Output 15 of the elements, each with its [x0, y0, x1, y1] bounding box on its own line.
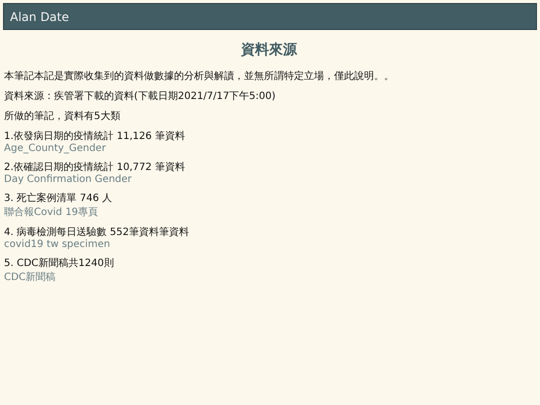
page-title: 資料來源: [240, 41, 298, 59]
dataset-subtitle: Day Confirmation Gender: [4, 174, 133, 185]
dataset-subtitle: covid19 tw specimen: [4, 239, 112, 250]
dataset-title: 5. CDC新聞稿共1240則: [4, 256, 115, 270]
paragraph: 資料來源：疾管署下載的資料(下載日期2021/7/17下午5:00): [4, 90, 277, 103]
site-title[interactable]: Alan Date: [10, 10, 69, 24]
dataset-title: 1.依發病日期的疫情統計 11,126 筆資料: [4, 130, 186, 143]
paragraph: 本筆記本記是實際收集到的資料做數據的分析與解讀，並無所謂特定立場，僅此說明。。: [4, 70, 395, 83]
dataset-subtitle: Age_County_Gender: [4, 143, 107, 154]
dataset-subtitle: 聯合報Covid 19專頁: [4, 206, 100, 219]
dataset-title: 2.依確認日期的疫情統計 10,772 筆資料: [4, 160, 186, 174]
dataset-title: 3. 死亡案例清單 746 人: [4, 192, 114, 205]
paragraph: 所做的筆記，資料有5大類: [4, 110, 122, 123]
dataset-subtitle: CDC新聞稿: [4, 270, 57, 284]
dataset-title: 4. 病毒檢測每日送驗數 552筆資料筆資料: [4, 226, 190, 239]
